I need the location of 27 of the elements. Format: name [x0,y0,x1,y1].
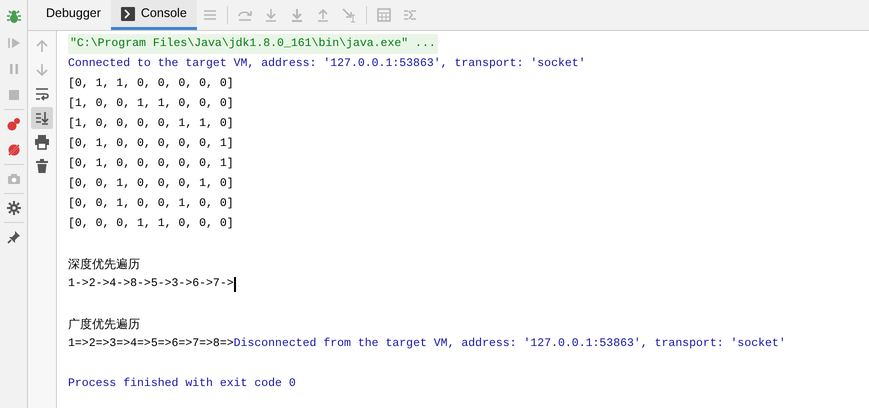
output-line: 1=>2=>3=>4=>5=>6=>7=>8=> [68,336,234,352]
output-line: [0, 0, 1, 0, 0, 0, 1, 0] [68,176,234,192]
breakpoints-icon[interactable] [6,116,22,132]
output-line: [0, 1, 0, 0, 0, 0, 0, 1] [68,156,234,172]
soft-wrap-icon[interactable] [34,86,50,102]
output-line: 1->2->4->8->5->3->6->7-> [68,276,234,292]
settings-icon[interactable] [6,200,22,216]
printer-icon[interactable] [34,134,50,150]
output-line: [0, 1, 1, 0, 0, 0, 0, 0] [68,76,234,92]
output-line: [0, 0, 0, 1, 1, 0, 0, 0] [68,216,234,232]
output-line: [0, 1, 0, 0, 0, 0, 0, 1] [68,136,234,152]
output-line: [1, 0, 0, 1, 1, 0, 0, 0] [68,96,234,112]
tab[interactable]: Console [110,0,197,30]
output-line: [0, 0, 1, 0, 0, 1, 0, 0] [68,196,234,212]
output-line: 深度优先遍历 [68,256,140,273]
system-message: Disconnected from the target VM, address: '127.0.0.1:53863', transport: 'socket' [234,336,786,352]
console-icon [120,6,135,20]
system-message: Process finished with exit code 0 [68,376,296,392]
mute-breakpoints-icon[interactable] [6,142,22,158]
scroll-to-end-icon[interactable] [34,110,50,126]
bug-icon[interactable] [6,9,22,25]
pin-icon[interactable] [6,229,22,245]
output-line: 广度优先遍历 [68,316,140,333]
tab[interactable]: Debugger [36,0,111,30]
system-message: Connected to the target VM, address: '127.0.0.1:53863', transport: 'socket' [68,56,586,72]
trash-icon[interactable] [34,158,50,174]
output-line: [1, 0, 0, 0, 0, 1, 1, 0] [68,116,234,132]
